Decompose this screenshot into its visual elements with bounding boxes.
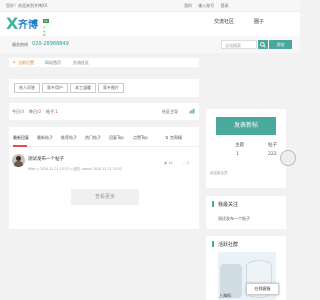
tab-like-top[interactable]: 点赞Top [133, 135, 148, 141]
sort-option[interactable]: 克帮精 [170, 135, 182, 141]
stat-label: 主题 [235, 143, 244, 148]
post-meta: Mike ◷ 2020-12-21 10:32 ◷ 回复: admin 2020… [28, 167, 122, 171]
site-logo[interactable]: X 齐博 X1 点击图 [6, 14, 49, 37]
follow-item[interactable]: 测试发布一个帖子 [218, 216, 250, 222]
tab-latest-post[interactable]: 最新帖子 [37, 135, 53, 141]
search-icon [260, 41, 266, 48]
section-title: 活跃社群 [218, 242, 239, 248]
stat-posts: 帖子:1 [46, 109, 58, 114]
category-item[interactable]: 家乡图片 [98, 83, 124, 93]
logo-tag: X1 [43, 19, 49, 23]
thread-list: 最新回复 最新帖子 推荐帖子 热门帖子 回复Top 点赞Top ⇅ 克帮精 测试… [9, 127, 199, 229]
tab-latest-reply[interactable]: 最新回复 [13, 135, 29, 141]
new-post-button[interactable]: 发表新帖 [216, 117, 276, 135]
account-link[interactable]: 输入账号 [198, 3, 214, 8]
search-input[interactable]: 全站搜索 [221, 40, 257, 49]
home-icon: ⌂ [13, 59, 16, 64]
section-marker [212, 201, 214, 207]
rank-link[interactable]: 社区主导 [162, 109, 178, 115]
badge-stamp-icon [280, 150, 296, 166]
new-member-text: 欢迎新会员: [210, 171, 229, 175]
ad-caption[interactable]: 上海科 [219, 293, 231, 299]
tab-reply-top[interactable]: 回复Top [109, 135, 124, 141]
hotline-label: 服务热线 [12, 42, 28, 47]
hotline-number: 020-28988849 [32, 41, 69, 47]
stat-value: 222 [268, 152, 277, 157]
post-button-top[interactable]: 发帖 [269, 40, 292, 49]
sidebar-follow-box: 我最关注 测试发布一个帖子 [206, 196, 286, 229]
sort-icon: ⇅ [165, 135, 169, 140]
category-bar: 吃人问答 家乡用户 本工温暖 家乡图片 [9, 79, 199, 97]
tab-recommended[interactable]: 推荐帖子 [61, 135, 77, 141]
category-item[interactable]: 本工温暖 [70, 83, 96, 93]
search-placeholder: 全站搜索 [225, 42, 241, 48]
category-item[interactable]: 家乡用户 [42, 83, 68, 93]
stat-today: 今日:0 [12, 109, 24, 114]
forum-stats: 今日:0 昨日:0 帖子:1 社区主导 [9, 103, 199, 120]
load-more-button[interactable]: 查看更多 [71, 189, 139, 205]
search-button[interactable] [258, 40, 268, 49]
welcome-text: 您好！欢迎来到齐博XX [6, 3, 48, 8]
avatar[interactable] [12, 154, 25, 167]
nav-circle[interactable]: 圈子 [254, 18, 264, 25]
breadcrumb-community[interactable]: 交流社区 [73, 60, 89, 66]
stat-value: 1 [236, 152, 239, 157]
post-replies: ◌ 0 [183, 161, 190, 165]
category-item[interactable]: 吃人问答 [14, 83, 40, 93]
logo-mark-icon: X [6, 14, 19, 33]
top-bar: 您好！欢迎来到齐博XX 我的 输入账号 登录 [0, 0, 300, 12]
chart-icon[interactable] [189, 108, 195, 114]
breadcrumb-current-label: 当前位置 [18, 60, 34, 65]
sidebar-post-box: 发表新帖 主题 帖子 1 222 欢迎新会员: [206, 109, 286, 188]
stat-yesterday: 昨日:0 [29, 109, 41, 114]
online-service-button[interactable]: 在线客服 [246, 283, 279, 295]
list-item[interactable]: 测试发布一个帖子 Mike ◷ 2020-12-21 10:32 ◷ 回复: a… [9, 148, 199, 178]
logo-name: 齐博 [18, 20, 38, 31]
breadcrumb: ⌂ 当前位置 网站首页 交流社区 [9, 58, 199, 67]
post-views: ◉ 14 [164, 161, 173, 165]
breadcrumb-home[interactable]: 网站首页 [45, 60, 61, 66]
tab-underline [13, 145, 27, 147]
stat-label: 帖子 [268, 143, 277, 148]
top-links: 我的 输入账号 登录 [184, 3, 234, 9]
my-link[interactable]: 我的 [184, 3, 192, 8]
thread-tabs: 最新回复 最新帖子 推荐帖子 热门帖子 回复Top 点赞Top ⇅ 克帮精 [9, 127, 199, 147]
tab-hot[interactable]: 热门帖子 [85, 135, 101, 141]
section-title: 我最关注 [218, 202, 239, 208]
login-link[interactable]: 登录 [221, 3, 229, 8]
nav-community[interactable]: 交流社区 [214, 18, 234, 25]
post-title[interactable]: 测试发布一个帖子 [28, 156, 64, 162]
section-marker [212, 241, 214, 247]
